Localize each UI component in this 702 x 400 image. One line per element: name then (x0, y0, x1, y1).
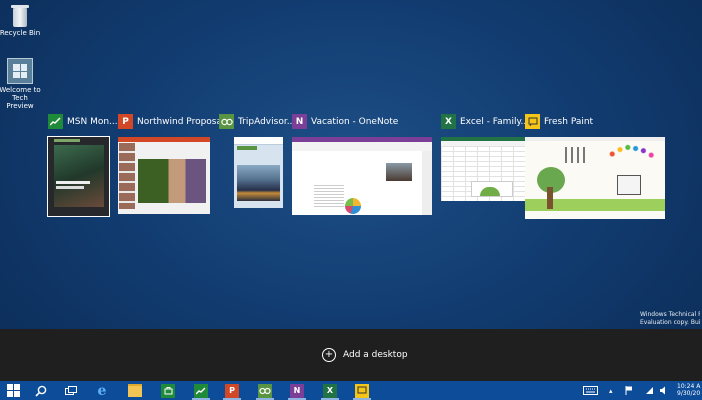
window-title-label: MSN Mon... (67, 116, 118, 127)
store-button[interactable] (155, 381, 181, 400)
window-title-onenote[interactable]: N Vacation - OneNote (292, 113, 398, 130)
search-icon (35, 385, 47, 397)
recycle-bin-icon (11, 3, 29, 27)
msn-money-taskbar-button[interactable] (188, 381, 214, 400)
paint-icon (355, 383, 369, 398)
window-thumbnail-fresh-paint[interactable] (525, 137, 665, 219)
show-hidden-icons-button[interactable]: ▴ (609, 381, 613, 400)
onenote-taskbar-button[interactable]: N (284, 381, 310, 400)
recycle-bin-label: Recycle Bin (0, 29, 41, 37)
welcome-shortcut[interactable]: Welcome to Tech Preview (0, 58, 42, 110)
chart-icon (194, 383, 208, 398)
keyboard-icon (583, 386, 598, 395)
clock-time: 10:24 A (677, 383, 701, 390)
folder-icon (128, 384, 142, 397)
excel-icon: X (441, 114, 456, 129)
powerpoint-icon: P (118, 114, 133, 129)
network-icon (646, 387, 653, 394)
window-title-fresh-paint[interactable]: Fresh Paint (525, 113, 593, 130)
flag-icon (625, 386, 632, 395)
evaluation-watermark: Windows Technical Pre Evaluation copy. B… (640, 311, 700, 327)
tripadvisor-taskbar-button[interactable] (252, 381, 278, 400)
powerpoint-icon: P (225, 383, 239, 398)
clock-date: 9/30/20 (677, 390, 701, 397)
window-title-label: Vacation - OneNote (311, 116, 399, 127)
excel-icon: X (323, 383, 337, 398)
window-title-excel[interactable]: X Excel - Family... (441, 113, 529, 130)
excel-taskbar-button[interactable]: X (317, 381, 343, 400)
paint-icon (525, 114, 540, 129)
welcome-label: Welcome to Tech Preview (0, 86, 41, 110)
window-title-label: Northwind Proposa... (137, 116, 231, 127)
internet-explorer-button[interactable]: e (89, 381, 115, 400)
window-title-tripadvisor[interactable]: TripAdvisor... (219, 113, 295, 130)
owl-icon (258, 383, 272, 398)
powerpoint-taskbar-button[interactable]: P (219, 381, 245, 400)
watermark-line-1: Windows Technical Pre (640, 311, 700, 318)
start-button[interactable] (0, 381, 26, 400)
search-button[interactable] (28, 381, 54, 400)
recycle-bin-shortcut[interactable]: Recycle Bin (0, 3, 42, 37)
add-desktop-label: Add a desktop (343, 350, 408, 360)
windows-logo-icon (7, 58, 33, 84)
file-explorer-button[interactable] (122, 381, 148, 400)
plus-icon: + (322, 348, 336, 362)
internet-explorer-icon: e (97, 382, 107, 399)
window-title-msn[interactable]: MSN Mon... (48, 113, 118, 130)
window-thumbnail-msn[interactable] (47, 136, 110, 217)
action-center-button[interactable] (625, 381, 633, 400)
window-thumbnail-tripadvisor[interactable] (234, 137, 283, 208)
clock[interactable]: 10:24 A 9/30/20 (677, 383, 701, 397)
window-title-label: TripAdvisor... (238, 116, 296, 127)
window-title-label: Fresh Paint (544, 116, 594, 127)
fresh-paint-taskbar-button[interactable] (349, 381, 375, 400)
store-icon (161, 383, 175, 398)
task-view-icon (64, 385, 77, 395)
desktop: Recycle Bin Welcome to Tech Preview MSN … (0, 0, 702, 400)
chevron-up-icon: ▴ (609, 386, 613, 395)
taskbar: e P N X ▴ 10:24 A 9/30/20 (0, 381, 702, 400)
add-desktop-button[interactable]: + Add a desktop (322, 348, 408, 362)
watermark-line-2: Evaluation copy. Build 9 (640, 319, 700, 326)
onenote-icon: N (290, 383, 304, 398)
chart-icon (48, 114, 63, 129)
window-title-label: Excel - Family... (460, 116, 530, 127)
network-button[interactable] (645, 381, 654, 400)
windows-logo-icon (6, 384, 20, 397)
speaker-icon (660, 386, 665, 395)
window-thumbnail-northwind[interactable] (118, 137, 210, 214)
onenote-icon: N (292, 114, 307, 129)
window-thumbnail-onenote[interactable] (292, 137, 432, 215)
volume-button[interactable] (659, 381, 668, 400)
keyboard-button[interactable] (583, 381, 598, 400)
owl-icon (219, 114, 234, 129)
window-title-northwind[interactable]: P Northwind Proposa... (118, 113, 231, 130)
task-view-button[interactable] (58, 381, 84, 400)
